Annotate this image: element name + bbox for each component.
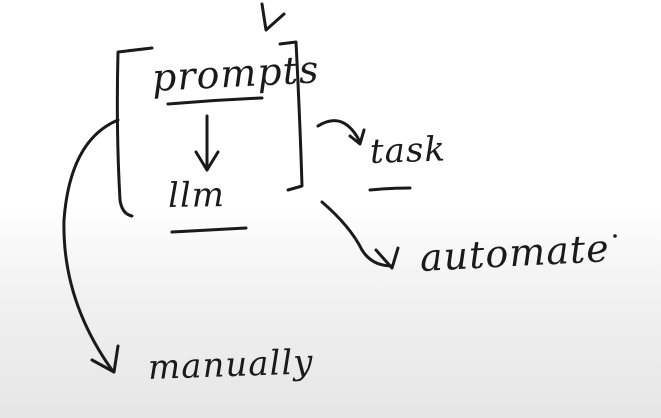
top-partial-arrow [260,2,286,32]
llm-underline [170,226,248,234]
node-llm: llm [167,175,226,216]
ink-dot [613,234,617,238]
box-left-bracket [115,46,154,218]
node-task: task [369,129,447,172]
whiteboard-canvas: prompts llm task automate manually [0,0,661,418]
arrow-to-manual [62,118,120,372]
task-underline [368,186,412,192]
node-manual: manually [147,342,315,388]
prompts-underline [166,96,264,106]
node-prompts: prompts [150,47,321,100]
diagram-strokes [62,2,617,374]
